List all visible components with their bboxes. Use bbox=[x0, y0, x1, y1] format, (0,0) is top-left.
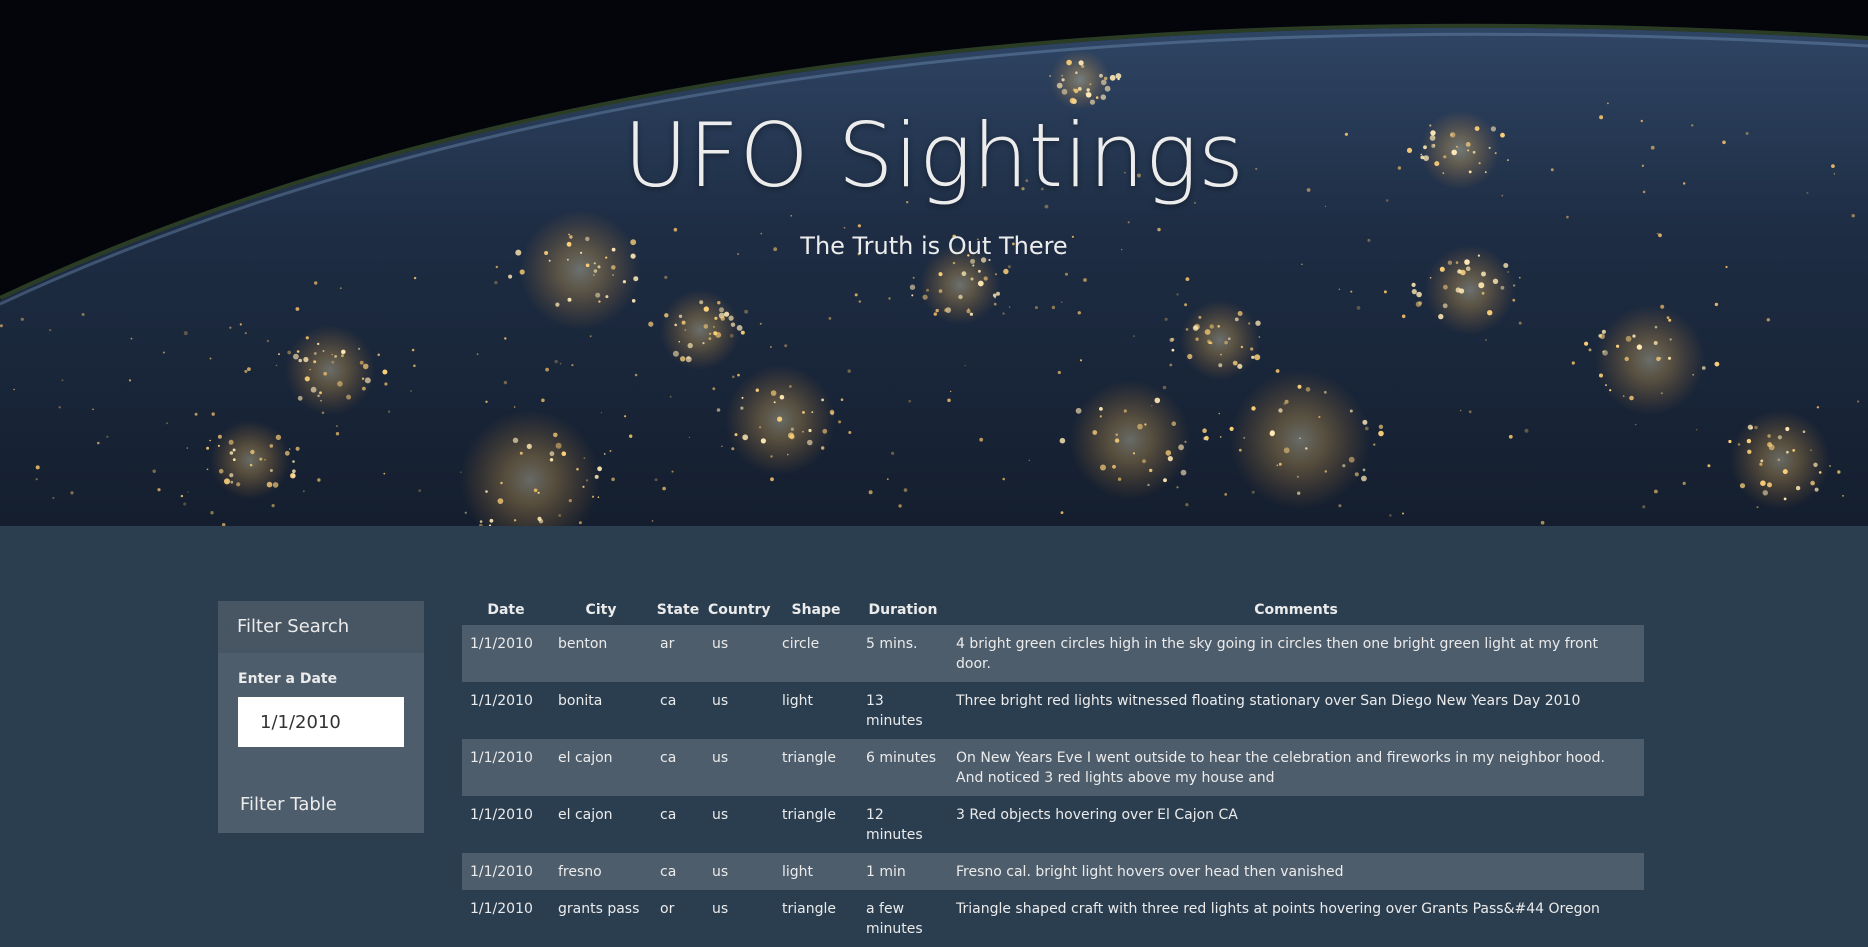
earth-at-night-image bbox=[0, 0, 1868, 526]
column-header-duration[interactable]: Duration bbox=[858, 595, 948, 625]
table-body: 1/1/2010 benton ar us circle 5 mins. 4 b… bbox=[462, 625, 1644, 947]
cell-country: us bbox=[712, 693, 729, 709]
filter-panel: Filter Search Enter a Date Filter Table bbox=[218, 601, 424, 833]
cell-duration: 6 minutes bbox=[866, 750, 937, 766]
cell-city: bonita bbox=[558, 693, 603, 709]
column-header-comments[interactable]: Comments bbox=[948, 595, 1644, 625]
table-row: 1/1/2010 fresno ca us light 1 min Fresno… bbox=[462, 853, 1644, 890]
column-header-shape[interactable]: Shape bbox=[774, 595, 858, 625]
table-header-row: Date City State Country Shape Duration C… bbox=[462, 595, 1644, 625]
cell-state: ca bbox=[660, 807, 677, 823]
table-header: Date City State Country Shape Duration C… bbox=[462, 595, 1644, 625]
cell-duration: a few minutes bbox=[866, 901, 923, 937]
cell-country: us bbox=[712, 750, 729, 766]
cell-duration: 12 minutes bbox=[866, 807, 923, 843]
table-row: 1/1/2010 grants pass or us triangle a fe… bbox=[462, 890, 1644, 947]
cell-comments: 4 bright green circles high in the sky g… bbox=[956, 636, 1599, 672]
cell-duration: 5 mins. bbox=[866, 636, 918, 652]
cell-city: benton bbox=[558, 636, 608, 652]
column-header-city[interactable]: City bbox=[550, 595, 652, 625]
cell-comments: Fresno cal. bright light hovers over hea… bbox=[956, 864, 1344, 880]
cell-country: us bbox=[712, 636, 729, 652]
date-label: Enter a Date bbox=[238, 671, 338, 687]
cell-city: el cajon bbox=[558, 807, 613, 823]
cell-duration: 1 min bbox=[866, 864, 906, 880]
column-header-country[interactable]: Country bbox=[704, 595, 774, 625]
filter-panel-heading: Filter Search bbox=[218, 601, 424, 653]
cell-shape: triangle bbox=[782, 750, 836, 766]
cell-city: fresno bbox=[558, 864, 602, 880]
cell-date: 1/1/2010 bbox=[470, 864, 533, 880]
cell-comments: On New Years Eve I went outside to hear … bbox=[956, 750, 1605, 786]
cell-date: 1/1/2010 bbox=[470, 636, 533, 652]
table-row: 1/1/2010 bonita ca us light 13 minutes T… bbox=[462, 682, 1644, 739]
filter-table-button[interactable]: Filter Table bbox=[240, 794, 337, 815]
cell-shape: triangle bbox=[782, 807, 836, 823]
cell-comments: Triangle shaped craft with three red lig… bbox=[956, 901, 1600, 917]
cell-country: us bbox=[712, 901, 729, 917]
cell-date: 1/1/2010 bbox=[470, 693, 533, 709]
page-subtitle: The Truth is Out There bbox=[800, 232, 1068, 260]
cell-shape: light bbox=[782, 693, 814, 709]
cell-duration: 13 minutes bbox=[866, 693, 923, 729]
page-title: UFO Sightings bbox=[623, 104, 1245, 207]
cell-state: ca bbox=[660, 864, 677, 880]
cell-country: us bbox=[712, 807, 729, 823]
ufo-table: Date City State Country Shape Duration C… bbox=[462, 595, 1644, 947]
cell-state: or bbox=[660, 901, 675, 917]
cell-state: ca bbox=[660, 750, 677, 766]
cell-date: 1/1/2010 bbox=[470, 750, 533, 766]
hero-banner: UFO Sightings The Truth is Out There bbox=[0, 0, 1868, 526]
cell-comments: Three bright red lights witnessed floati… bbox=[956, 693, 1581, 709]
ufo-table-container: Date City State Country Shape Duration C… bbox=[462, 595, 1644, 947]
cell-date: 1/1/2010 bbox=[470, 901, 533, 917]
cell-shape: light bbox=[782, 864, 814, 880]
cell-shape: triangle bbox=[782, 901, 836, 917]
table-row: 1/1/2010 benton ar us circle 5 mins. 4 b… bbox=[462, 625, 1644, 682]
cell-state: ar bbox=[660, 636, 675, 652]
column-header-state[interactable]: State bbox=[652, 595, 704, 625]
table-row: 1/1/2010 el cajon ca us triangle 12 minu… bbox=[462, 796, 1644, 853]
cell-comments: 3 Red objects hovering over El Cajon CA bbox=[956, 807, 1238, 823]
table-row: 1/1/2010 el cajon ca us triangle 6 minut… bbox=[462, 739, 1644, 796]
cell-date: 1/1/2010 bbox=[470, 807, 533, 823]
cell-city: grants pass bbox=[558, 901, 640, 917]
cell-state: ca bbox=[660, 693, 677, 709]
cell-country: us bbox=[712, 864, 729, 880]
cell-shape: circle bbox=[782, 636, 820, 652]
column-header-date[interactable]: Date bbox=[462, 595, 550, 625]
cell-city: el cajon bbox=[558, 750, 613, 766]
date-input[interactable] bbox=[238, 697, 404, 747]
